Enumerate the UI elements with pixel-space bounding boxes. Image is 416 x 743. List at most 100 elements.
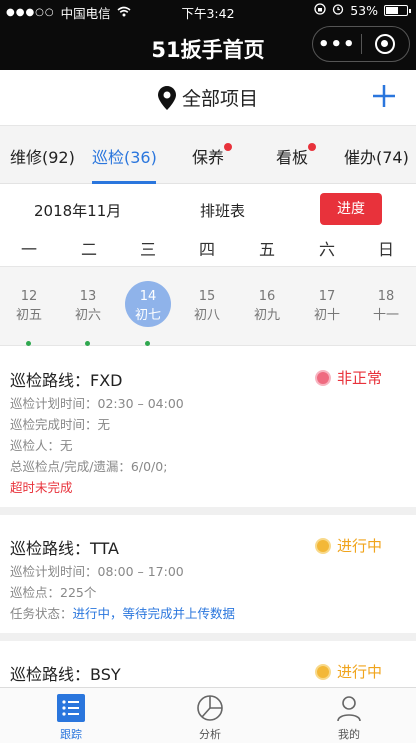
finish-time: 巡检完成时间：无 [10,417,111,432]
date-number: 12 [20,289,38,304]
schedule-link[interactable]: 排班表 [200,200,245,221]
mini-program-capsule: ••• [312,26,410,62]
status-badge: 非正常 [314,367,382,388]
date-strip: 12 初五 13 初六 14 初七 15 初八 16 初九 17 初十 18 十… [0,266,416,346]
date-cell[interactable]: 15 初八 [183,289,231,327]
project-bar: 全部项目 [0,70,416,126]
project-title: 全部项目 [181,88,258,110]
weekday-label: 一 [20,240,37,259]
bottom-tab-track[interactable]: 跟踪 [41,694,101,742]
weekday-label: 五 [258,240,275,259]
date-number: 13 [79,289,97,304]
month-label[interactable]: 2018年11月 [34,200,121,221]
status-text: 进行中 [336,537,382,555]
lunar-date: 初六 [74,308,101,323]
bottom-tab-profile[interactable]: 我的 [319,694,379,742]
date-number: 16 [258,289,276,304]
tab-inspection[interactable]: 巡检(36) [92,144,157,168]
close-button[interactable] [361,34,409,54]
route-title: 巡检路线：BSY [10,665,121,684]
weekday-label: 日 [377,240,394,259]
location-pin-icon [157,85,176,110]
tab-urge[interactable]: 催办(74) [344,144,409,168]
tab-dashboard[interactable]: 看板 [276,143,317,168]
inspection-card[interactable]: 巡检路线：FXD 非正常 巡检计划时间：02:30 – 04:00 巡检完成时间… [0,347,416,515]
category-tabs: 维修(92) 巡检(36) 保养 看板 催办(74) [0,126,416,184]
weekday-label: 三 [139,240,156,259]
status-circle-icon [314,663,331,680]
date-number: 14 [139,289,157,304]
weekday-row: 一 二 三 四 五 六 日 [0,236,416,260]
status-bar: ●●●○○ 中国电信 下午3:42 53% [0,0,416,22]
tab-label: 看板 [276,148,309,167]
calendar-header: 2018年11月 排班表 进度 一 二 三 四 五 六 日 [0,184,416,266]
inspector: 巡检人：无 [10,438,73,453]
date-cell[interactable]: 17 初十 [303,289,351,327]
tab-maintenance[interactable]: 保养 [192,143,233,168]
status-badge: 进行中 [314,535,382,556]
date-cell[interactable]: 13 初六 [64,289,112,346]
bottom-tab-label: 我的 [338,728,360,741]
plan-time: 巡检计划时间：02:30 – 04:00 [10,396,184,411]
lock-rotation-icon [314,3,326,18]
top-bar: ●●●○○ 中国电信 下午3:42 53% 51扳手首页 ••• [0,0,416,70]
point-summary: 总巡检点/完成/遗漏：6/0/0; [10,459,168,474]
target-circle-icon [375,34,396,54]
event-dot [145,341,150,346]
more-dots-icon[interactable]: ••• [313,34,361,55]
date-cell[interactable]: 12 初五 [5,289,53,346]
lunar-date: 初五 [15,308,42,323]
date-number: 15 [198,289,216,304]
inspection-card[interactable]: 巡检路线：TTA 进行中 巡检计划时间：08:00 – 17:00 巡检点：22… [0,515,416,641]
bottom-tab-bar: 跟踪 分析 我的 [0,687,416,743]
date-number: 17 [318,289,336,304]
task-status-value: 进行中，等待完成并上传数据 [72,606,236,621]
weekday-label: 六 [318,240,335,259]
list-icon [57,694,85,722]
tab-label: 催办(74) [344,148,409,167]
inspection-card[interactable]: 巡检路线：BSY 进行中 [0,641,416,687]
task-status-label: 任务状态： [10,606,73,621]
user-icon [335,694,363,722]
date-cell-selected[interactable]: 14 初七 [124,281,172,346]
route-title: 巡检路线：FXD [10,371,123,390]
lunar-date: 十一 [372,308,399,323]
point-count: 巡检点：225个 [10,585,97,600]
progress-button[interactable]: 进度 [320,193,382,225]
date-cell[interactable]: 16 初九 [243,289,291,327]
date-cell[interactable]: 18 十一 [362,289,410,327]
overdue-warning: 超时未完成 [10,480,73,495]
add-button[interactable] [372,80,396,114]
lunar-date: 初十 [313,308,340,323]
date-number: 18 [377,289,395,304]
alarm-icon [332,3,344,18]
notification-dot [224,143,233,151]
route-title: 巡检路线：TTA [10,539,119,558]
status-circle-icon [314,369,331,386]
pie-chart-icon [196,694,224,722]
bottom-tab-label: 分析 [199,728,221,741]
plus-icon [373,85,395,107]
battery-percent: 53% [350,3,378,18]
tab-label: 巡检(36) [92,148,157,167]
plan-time: 巡检计划时间：08:00 – 17:00 [10,564,184,579]
bottom-tab-label: 跟踪 [60,728,82,741]
status-badge: 进行中 [314,661,382,682]
event-dot [85,341,90,346]
lunar-date: 初七 [134,308,161,323]
status-text: 非正常 [336,369,382,387]
status-circle-icon [314,537,331,554]
task-status: 任务状态：进行中，等待完成并上传数据 [10,603,235,622]
bottom-tab-analysis[interactable]: 分析 [180,694,240,742]
weekday-label: 四 [198,240,215,259]
weekday-label: 二 [80,240,97,259]
lunar-date: 初九 [253,308,280,323]
battery-icon [384,5,411,16]
tab-label: 维修(92) [10,148,75,167]
status-text: 进行中 [336,663,382,681]
notification-dot [308,143,317,151]
lunar-date: 初八 [193,308,220,323]
project-selector[interactable]: 全部项目 [0,84,416,111]
tab-label: 保养 [192,148,225,167]
tab-repair[interactable]: 维修(92) [10,144,75,168]
